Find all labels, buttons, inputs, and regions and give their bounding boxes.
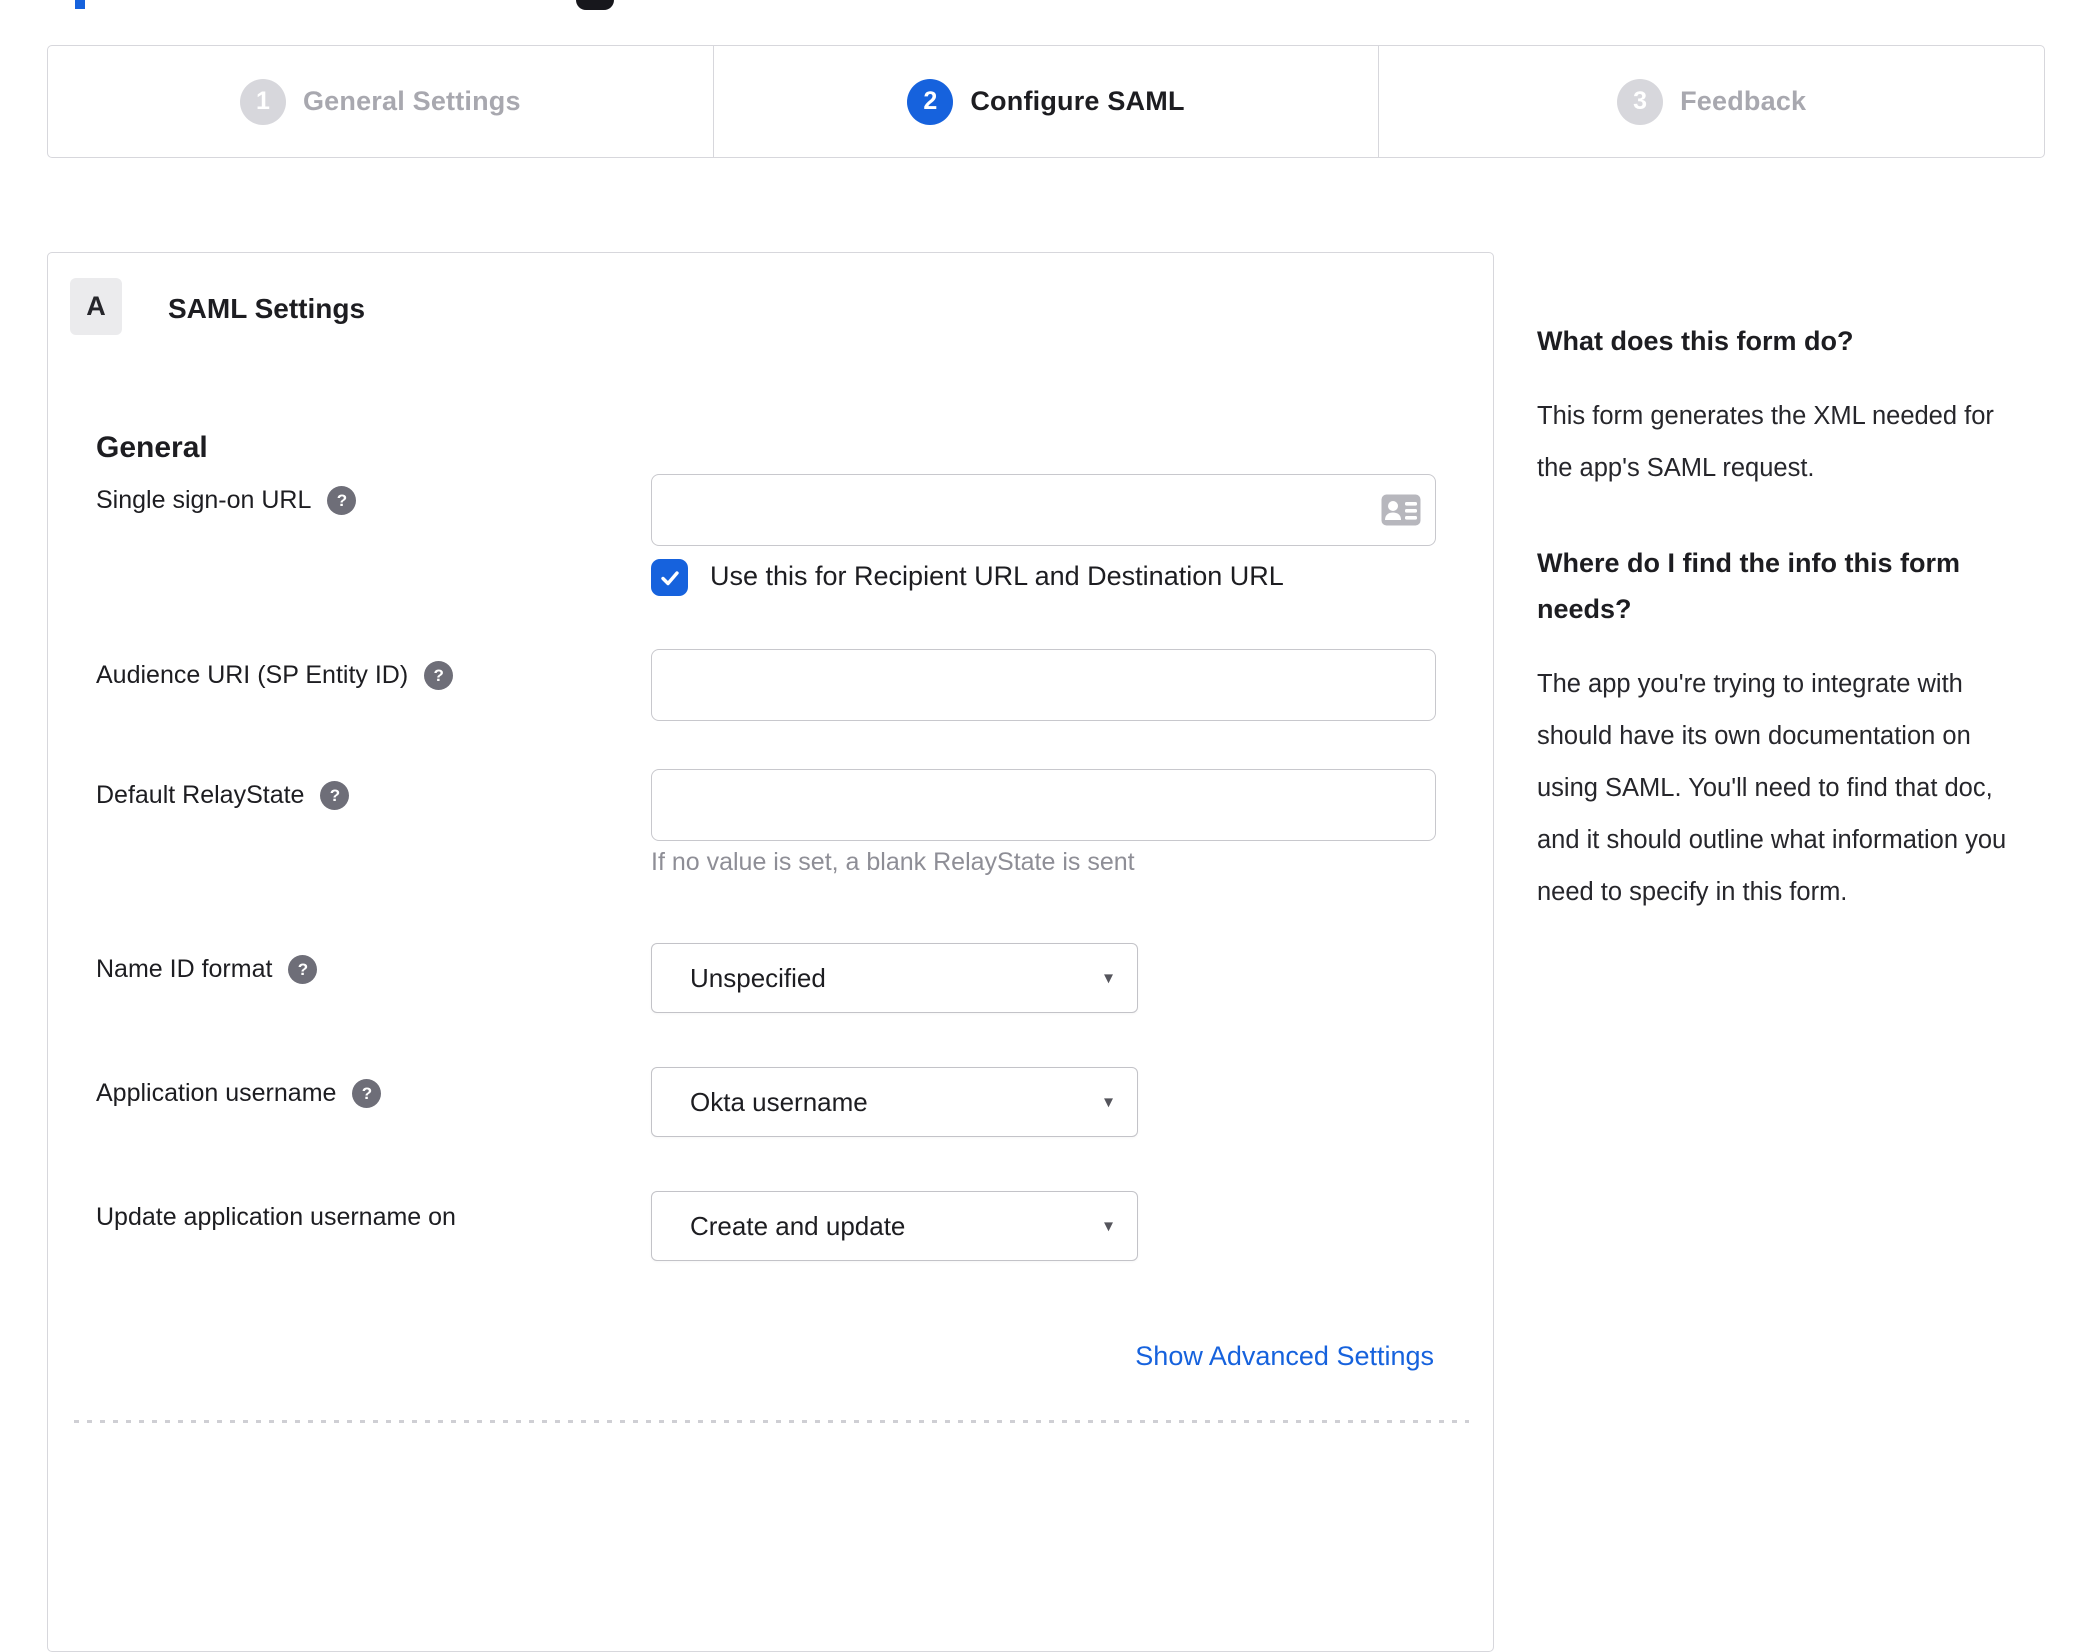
cut-off-blue-fragment (75, 0, 85, 9)
audience-uri-label: Audience URI (SP Entity ID) ? (96, 659, 454, 691)
panel-title: SAML Settings (168, 293, 366, 324)
update-username-label: Update application username on (96, 1201, 456, 1233)
application-username-label: Application username ? (96, 1077, 382, 1109)
update-username-label-text: Update application username on (96, 1202, 456, 1231)
chevron-down-icon: ▾ (1103, 967, 1113, 988)
sidebar-heading-what: What does this form do? (1537, 326, 1854, 356)
name-id-format-label: Name ID format ? (96, 953, 318, 985)
step-3-number-badge: 3 (1617, 78, 1664, 125)
saml-settings-panel: A SAML Settings General Single sign-on U… (47, 252, 1494, 1652)
name-id-format-value: Unspecified (690, 962, 826, 993)
contact-card-icon[interactable] (1380, 493, 1422, 527)
relay-state-label: Default RelayState ? (96, 779, 350, 811)
sso-url-label: Single sign-on URL ? (96, 484, 357, 516)
relay-state-hint: If no value is set, a blank RelayState i… (651, 848, 1135, 876)
audience-uri-label-text: Audience URI (SP Entity ID) (96, 660, 409, 689)
audience-uri-input[interactable] (651, 649, 1436, 721)
application-username-help-icon[interactable]: ? (352, 1078, 382, 1108)
audience-uri-help-icon[interactable]: ? (424, 660, 454, 690)
step-1-label: General Settings (302, 86, 521, 116)
application-username-select[interactable]: Okta username ▾ (651, 1067, 1138, 1137)
name-id-format-label-text: Name ID format (96, 954, 273, 983)
show-advanced-settings-link[interactable]: Show Advanced Settings (1135, 1341, 1434, 1372)
step-1-number-badge: 1 (239, 78, 286, 125)
audience-uri-input-wrap (651, 649, 1436, 721)
step-2-label: Configure SAML (970, 86, 1185, 116)
relay-state-help-icon[interactable]: ? (320, 780, 350, 810)
update-username-select[interactable]: Create and update ▾ (651, 1191, 1138, 1261)
recipient-url-checkbox[interactable] (651, 559, 688, 596)
step-2-number-badge: 2 (907, 78, 954, 125)
update-username-value: Create and update (690, 1210, 906, 1241)
relay-state-label-text: Default RelayState (96, 780, 305, 809)
general-heading: General (96, 431, 208, 464)
sidebar-paragraph-what: This form generates the XML needed for t… (1537, 402, 1994, 482)
chevron-down-icon: ▾ (1103, 1091, 1113, 1112)
page: 1 General Settings 2 Configure SAML 3 Fe… (0, 0, 2092, 1652)
cut-off-dark-fragment (576, 0, 614, 10)
name-id-format-help-icon[interactable]: ? (288, 954, 318, 984)
name-id-format-select[interactable]: Unspecified ▾ (651, 943, 1138, 1013)
step-configure-saml[interactable]: 2 Configure SAML (712, 46, 1379, 157)
application-username-label-text: Application username (96, 1078, 337, 1107)
step-general-settings[interactable]: 1 General Settings (48, 46, 713, 157)
sso-url-help-icon[interactable]: ? (327, 485, 357, 515)
step-feedback[interactable]: 3 Feedback (1378, 46, 2044, 157)
help-sidebar: What does this form do? This form genera… (1537, 326, 2027, 918)
sso-url-input-wrap (651, 474, 1436, 546)
sidebar-paragraph-where: The app you're trying to integrate with … (1537, 670, 2007, 906)
step-3-label: Feedback (1680, 86, 1807, 116)
sidebar-heading-where: Where do I find the info this form needs… (1537, 548, 1960, 624)
wizard-stepper: 1 General Settings 2 Configure SAML 3 Fe… (47, 45, 2045, 158)
relay-state-input-wrap (651, 769, 1436, 841)
check-icon (660, 570, 679, 585)
recipient-url-checkbox-label[interactable]: Use this for Recipient URL and Destinati… (710, 561, 1284, 592)
relay-state-input[interactable] (651, 769, 1436, 841)
section-letter-badge: A (70, 278, 122, 335)
section-dashed-divider (74, 1420, 1469, 1423)
application-username-value: Okta username (690, 1086, 868, 1117)
sso-url-input[interactable] (651, 474, 1436, 546)
sso-url-label-text: Single sign-on URL (96, 485, 312, 514)
chevron-down-icon: ▾ (1103, 1215, 1113, 1236)
